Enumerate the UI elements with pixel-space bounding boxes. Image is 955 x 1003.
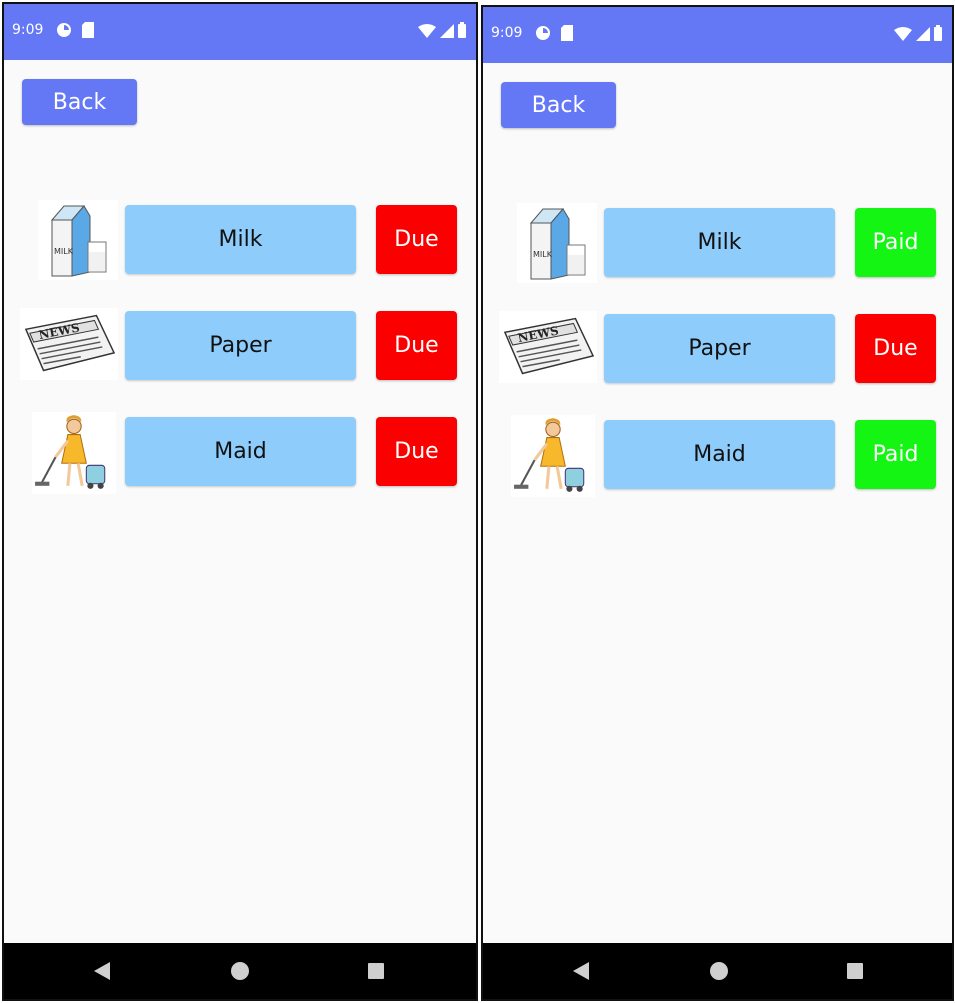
home-nav-icon[interactable] <box>710 962 728 980</box>
back-nav-icon[interactable] <box>573 962 589 984</box>
list-item-milk: Milk Paid <box>483 203 952 283</box>
status-time: 9:09 <box>12 22 44 38</box>
milk-status-button[interactable]: Paid <box>855 208 936 277</box>
back-button[interactable]: Back <box>501 82 616 128</box>
newspaper-icon <box>499 311 597 383</box>
back-button[interactable]: Back <box>22 79 137 125</box>
list-item-milk: Milk Due <box>4 200 476 280</box>
wifi-icon <box>894 26 912 45</box>
status-bar: 9:09 <box>483 7 952 63</box>
paper-button[interactable]: Paper <box>125 311 356 380</box>
recents-nav-icon[interactable] <box>368 963 384 979</box>
paper-button[interactable]: Paper <box>604 314 835 383</box>
maid-button[interactable]: Maid <box>604 420 835 489</box>
maid-vacuum-icon <box>32 412 116 494</box>
maid-status-button[interactable]: Due <box>376 417 457 486</box>
recents-nav-icon[interactable] <box>847 963 863 979</box>
milk-button[interactable]: Milk <box>604 208 835 277</box>
list-item-maid: Maid Paid <box>483 415 952 497</box>
paper-status-button[interactable]: Due <box>855 314 936 383</box>
wifi-icon <box>418 23 436 42</box>
paper-status-button[interactable]: Due <box>376 311 457 380</box>
navigation-bar <box>4 943 476 999</box>
sim-card-icon <box>561 25 573 45</box>
milk-carton-icon <box>38 200 118 280</box>
sim-card-icon <box>82 22 94 42</box>
milk-carton-icon <box>517 203 597 283</box>
navigation-bar <box>483 943 952 999</box>
battery-icon <box>934 25 942 45</box>
home-nav-icon[interactable] <box>231 962 249 980</box>
maid-vacuum-icon <box>511 415 595 497</box>
maid-status-button[interactable]: Paid <box>855 420 936 489</box>
list-item-maid: Maid Due <box>4 412 476 494</box>
milk-button[interactable]: Milk <box>125 205 356 274</box>
milk-status-button[interactable]: Due <box>376 205 457 274</box>
phone-screen-right: 9:09 Back Milk Paid Paper Due Maid Paid <box>481 5 954 1001</box>
data-saver-icon <box>535 25 551 45</box>
status-time: 9:09 <box>491 25 523 41</box>
newspaper-icon <box>20 308 118 380</box>
list-item-paper: Paper Due <box>4 306 476 386</box>
battery-icon <box>458 22 466 42</box>
back-nav-icon[interactable] <box>94 962 110 984</box>
signal-icon <box>916 26 930 45</box>
status-bar: 9:09 <box>4 4 476 60</box>
list-item-paper: Paper Due <box>483 309 952 389</box>
maid-button[interactable]: Maid <box>125 417 356 486</box>
data-saver-icon <box>56 22 72 42</box>
phone-screen-left: 9:09 Back Milk Due Paper Due Maid Due <box>2 2 478 1001</box>
signal-icon <box>440 23 454 42</box>
